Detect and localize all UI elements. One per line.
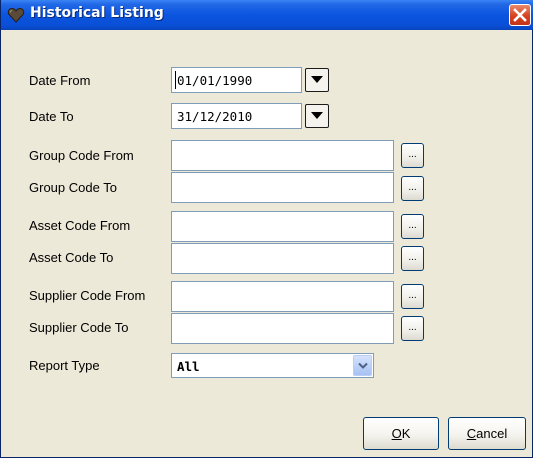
report-type-value: All [177,359,200,374]
triangle-down-icon [311,112,323,119]
date-to-field[interactable]: 31/12/2010 [171,103,302,129]
browse-label: ... [408,322,417,333]
heart-icon [7,6,25,24]
group-code-to-browse-button[interactable]: ... [401,176,424,201]
report-type-select[interactable]: All [171,353,374,378]
chevron-down-icon [358,362,368,369]
browse-label: ... [408,220,417,231]
asset-code-to-browse-button[interactable]: ... [401,246,424,271]
browse-label: ... [408,149,417,160]
date-from-value: 01/01/1990 [177,73,253,88]
group-code-to-field[interactable] [171,172,394,203]
date-to-dropdown-button[interactable] [305,104,329,128]
group-code-from-label: Group Code From [29,148,134,163]
group-code-to-label: Group Code To [29,180,117,195]
window-title: Historical Listing [30,5,164,21]
ok-mnemonic: O [391,426,402,441]
asset-code-to-field[interactable] [171,243,394,274]
ok-button[interactable]: OK [363,417,439,450]
title-bar[interactable]: Historical Listing [1,0,533,30]
browse-label: ... [408,252,417,263]
date-from-dropdown-button[interactable] [305,68,329,92]
asset-code-from-field[interactable] [171,211,394,242]
date-from-label: Date From [29,73,91,88]
asset-code-from-browse-button[interactable]: ... [401,214,424,239]
cancel-label-rest: ancel [476,426,508,441]
historical-listing-dialog: Historical Listing Date From 01/01/1990 … [0,0,533,458]
group-code-from-browse-button[interactable]: ... [401,143,424,168]
close-button[interactable] [509,4,531,26]
supplier-code-from-field[interactable] [171,281,394,312]
text-caret [175,71,176,89]
report-type-dropdown-button[interactable] [353,355,372,376]
supplier-code-to-label: Supplier Code To [29,320,129,335]
cancel-button-label: Cancel [449,426,525,441]
ok-button-label: OK [364,426,438,441]
close-icon [513,8,527,22]
cancel-mnemonic: C [466,426,477,441]
date-from-field[interactable]: 01/01/1990 [171,67,302,93]
report-type-label: Report Type [29,358,100,373]
group-code-from-field[interactable] [171,140,394,171]
asset-code-from-label: Asset Code From [29,218,131,233]
supplier-code-from-label: Supplier Code From [29,288,146,303]
date-to-value: 31/12/2010 [177,109,253,124]
asset-code-to-label: Asset Code To [29,250,114,265]
browse-label: ... [408,290,417,301]
cancel-button[interactable]: Cancel [448,417,526,450]
supplier-code-to-browse-button[interactable]: ... [401,316,424,341]
supplier-code-to-field[interactable] [171,313,394,344]
browse-label: ... [408,182,417,193]
ok-label-rest: K [401,426,411,441]
supplier-code-from-browse-button[interactable]: ... [401,284,424,309]
date-to-label: Date To [29,109,74,124]
triangle-down-icon [311,76,323,83]
